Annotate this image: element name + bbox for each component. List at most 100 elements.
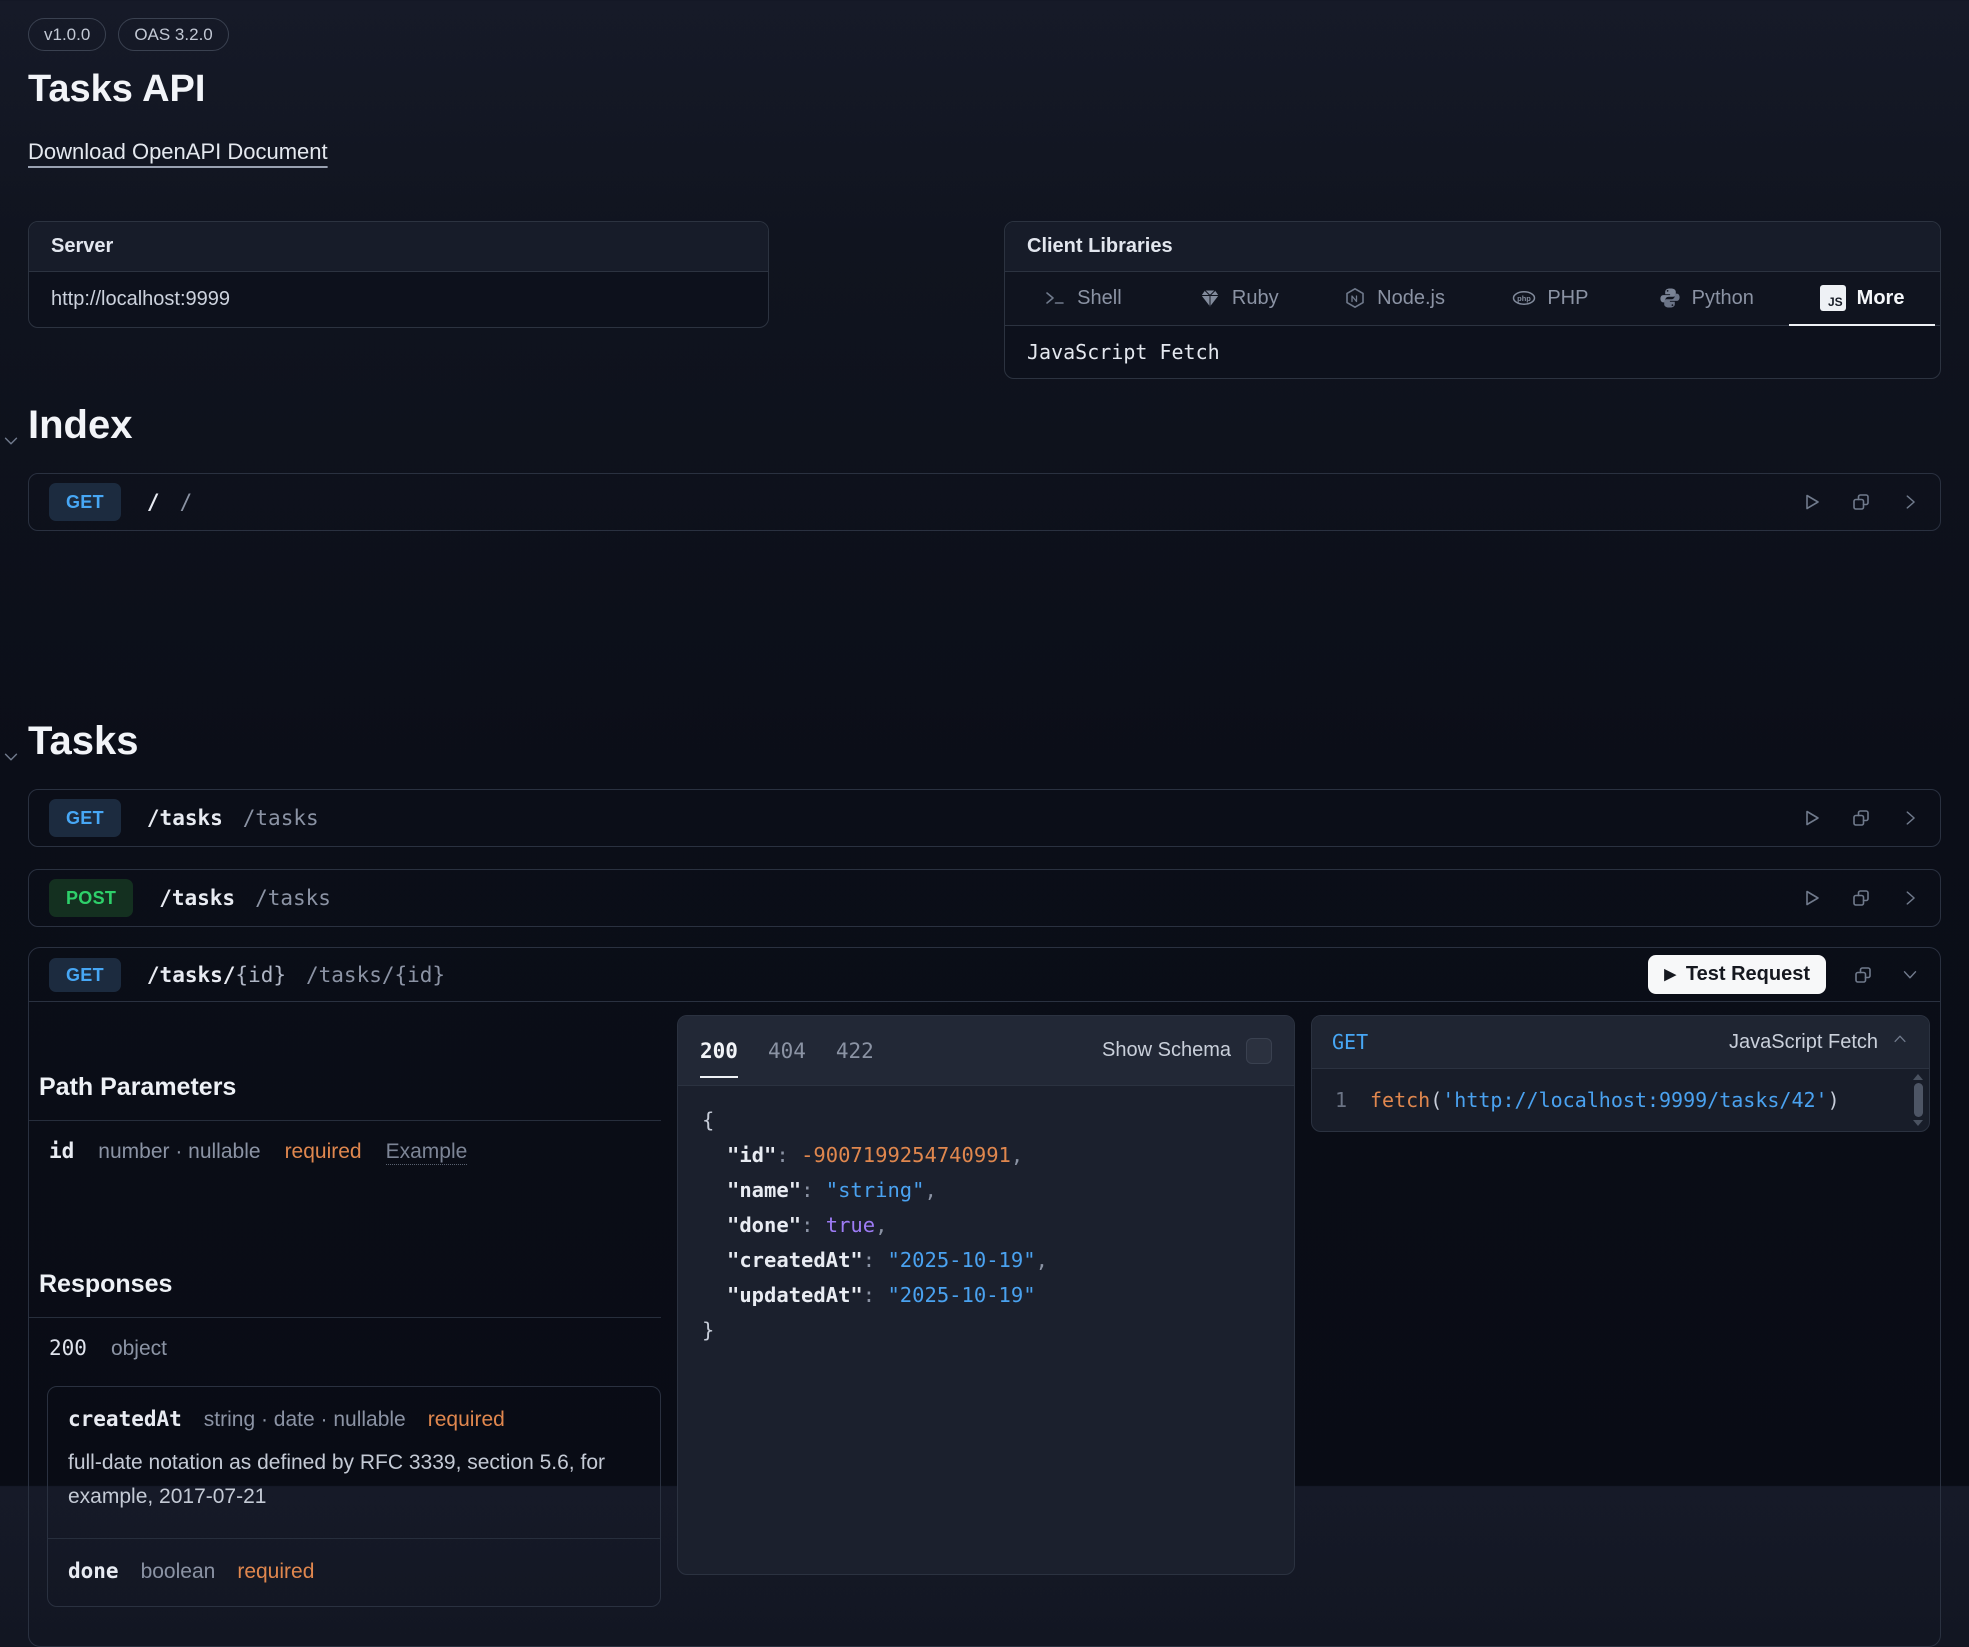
example-response-panel: 200 404 422 Show Schema { "id": -9007199… — [677, 1015, 1295, 1575]
client-library-tab-php[interactable]: php PHP — [1472, 272, 1628, 325]
copy-icon[interactable] — [1852, 964, 1874, 986]
client-library-tab-shell[interactable]: Shell — [1005, 272, 1161, 325]
json-line: } — [702, 1313, 1270, 1348]
client-library-tab-ruby[interactable]: Ruby — [1161, 272, 1317, 325]
version-badges: v1.0.0 OAS 3.2.0 — [28, 18, 1941, 51]
json-line: "id": -9007199254740991, — [702, 1138, 1270, 1173]
status-type: object — [111, 1337, 167, 1361]
example-link[interactable]: Example — [386, 1140, 468, 1165]
status-code: 200 — [49, 1336, 87, 1360]
response-tab-422[interactable]: 422 — [836, 1039, 874, 1063]
json-line: { — [702, 1103, 1270, 1138]
client-library-tab-label: PHP — [1547, 287, 1588, 310]
property-description: full-date notation as defined by RFC 333… — [68, 1446, 633, 1514]
section-index: Index GET / / — [28, 401, 1941, 531]
endpoint-path: /tasks/{id} — [147, 963, 286, 987]
property-name: done — [68, 1559, 119, 1583]
copy-icon[interactable] — [1850, 807, 1872, 829]
endpoint-expanded-get-task-by-id: GET /tasks/{id} /tasks/{id} ▶ Test Reque… — [28, 947, 1941, 1647]
endpoint-path-secondary: /tasks — [243, 806, 319, 830]
scrollbar[interactable] — [1912, 1074, 1924, 1126]
method-badge-get: GET — [49, 958, 121, 992]
javascript-icon: JS — [1820, 285, 1846, 311]
section-tasks: Tasks GET /tasks /tasks POST /tasks /tas… — [28, 717, 1941, 1647]
copy-icon[interactable] — [1850, 887, 1872, 909]
download-openapi-link[interactable]: Download OpenAPI Document — [28, 139, 328, 165]
method-badge-get: GET — [49, 799, 121, 837]
show-schema-label: Show Schema — [1102, 1039, 1231, 1062]
section-title-text: Tasks — [28, 719, 138, 763]
version-badge: v1.0.0 — [28, 18, 106, 51]
response-status-row: 200 object — [29, 1318, 661, 1378]
schema-property-row-done[interactable]: done boolean required — [68, 1539, 640, 1606]
endpoint-path: /tasks — [147, 806, 223, 830]
path-parameter-row-id[interactable]: id number · nullable required Example — [29, 1121, 661, 1182]
response-schema-box: createdAt string · date · nullable requi… — [47, 1386, 661, 1607]
play-icon[interactable] — [1800, 491, 1822, 513]
code-line-number: 1 — [1312, 1088, 1370, 1112]
parameter-type: number · nullable — [98, 1140, 260, 1164]
endpoint-path-secondary: /tasks — [255, 886, 331, 910]
endpoint-path-secondary: / — [180, 490, 193, 514]
server-url[interactable]: http://localhost:9999 — [29, 272, 768, 327]
chevron-down-icon[interactable] — [1, 414, 21, 462]
selected-client-library: JavaScript Fetch — [1005, 326, 1940, 378]
response-tab-404[interactable]: 404 — [768, 1039, 806, 1063]
chevron-right-icon[interactable] — [1900, 808, 1920, 828]
section-title-tasks: Tasks — [28, 717, 1941, 765]
client-library-tab-label: Node.js — [1377, 287, 1445, 310]
api-reference-page: v1.0.0 OAS 3.2.0 Tasks API Download Open… — [0, 0, 1969, 1647]
client-library-tab-python[interactable]: Python — [1628, 272, 1784, 325]
client-libraries-card: Client Libraries Shell Ruby — [1004, 221, 1941, 379]
json-line: "done": true, — [702, 1208, 1270, 1243]
server-card-title: Server — [29, 222, 768, 272]
client-library-tab-more[interactable]: JS More — [1784, 272, 1940, 325]
endpoint-row-post-tasks[interactable]: POST /tasks /tasks — [28, 869, 1941, 927]
server-card: Server http://localhost:9999 — [28, 221, 769, 328]
oas-badge: OAS 3.2.0 — [118, 18, 228, 51]
page-header: v1.0.0 OAS 3.2.0 Tasks API Download Open… — [28, 0, 1941, 165]
endpoint-path: / — [147, 490, 160, 514]
chevron-right-icon[interactable] — [1900, 492, 1920, 512]
play-icon[interactable] — [1800, 807, 1822, 829]
test-request-button[interactable]: ▶ Test Request — [1648, 955, 1826, 994]
property-name: createdAt — [68, 1407, 182, 1431]
example-response-header: 200 404 422 Show Schema — [678, 1016, 1294, 1086]
required-badge: required — [428, 1408, 505, 1432]
show-schema-toggle[interactable] — [1246, 1038, 1272, 1064]
scrollbar-up-arrow[interactable] — [1913, 1074, 1923, 1080]
example-response-json: { "id": -9007199254740991, "name": "stri… — [678, 1086, 1294, 1365]
php-icon: php — [1512, 287, 1536, 309]
method-badge-post: POST — [49, 879, 133, 917]
operation-details-column: Path Parameters id number · nullable req… — [29, 1015, 661, 1607]
response-tab-200[interactable]: 200 — [700, 1039, 738, 1063]
chevron-down-icon[interactable] — [1900, 965, 1920, 985]
chevron-right-icon[interactable] — [1900, 888, 1920, 908]
scrollbar-thumb[interactable] — [1914, 1083, 1923, 1117]
code-sample-panel: GET JavaScript Fetch 1 fetch('http://loc… — [1311, 1015, 1930, 1132]
expanded-endpoint-header[interactable]: GET /tasks/{id} /tasks/{id} ▶ Test Reque… — [29, 948, 1940, 1002]
json-line: "name": "string", — [702, 1173, 1270, 1208]
code-sample-header: GET JavaScript Fetch — [1312, 1016, 1929, 1069]
parameter-name: id — [49, 1139, 74, 1163]
property-type: boolean — [141, 1560, 216, 1584]
copy-icon[interactable] — [1850, 491, 1872, 513]
endpoint-row-get-tasks[interactable]: GET /tasks /tasks — [28, 789, 1941, 847]
schema-property-row-createdAt[interactable]: createdAt string · date · nullable requi… — [68, 1387, 640, 1432]
client-library-tab-label: Ruby — [1232, 287, 1279, 310]
method-badge-get: GET — [49, 483, 121, 521]
section-title-text: Index — [28, 403, 132, 447]
responses-heading: Responses — [39, 1270, 661, 1299]
chevron-up-icon — [1891, 1030, 1909, 1054]
client-library-tab-nodejs[interactable]: Node.js — [1317, 272, 1473, 325]
play-icon[interactable] — [1800, 887, 1822, 909]
code-sample-method: GET — [1332, 1030, 1368, 1054]
chevron-down-icon[interactable] — [1, 730, 21, 778]
code-sample-library-select[interactable]: JavaScript Fetch — [1729, 1030, 1909, 1054]
code-sample-body: 1 fetch('http://localhost:9999/tasks/42'… — [1312, 1069, 1929, 1131]
php-icon-text: php — [1517, 294, 1531, 303]
client-library-tabs: Shell Ruby Node.js php — [1005, 272, 1940, 326]
scrollbar-down-arrow[interactable] — [1913, 1120, 1923, 1126]
path-parameters-heading: Path Parameters — [39, 1073, 661, 1102]
endpoint-row-get-root[interactable]: GET / / — [28, 473, 1941, 531]
